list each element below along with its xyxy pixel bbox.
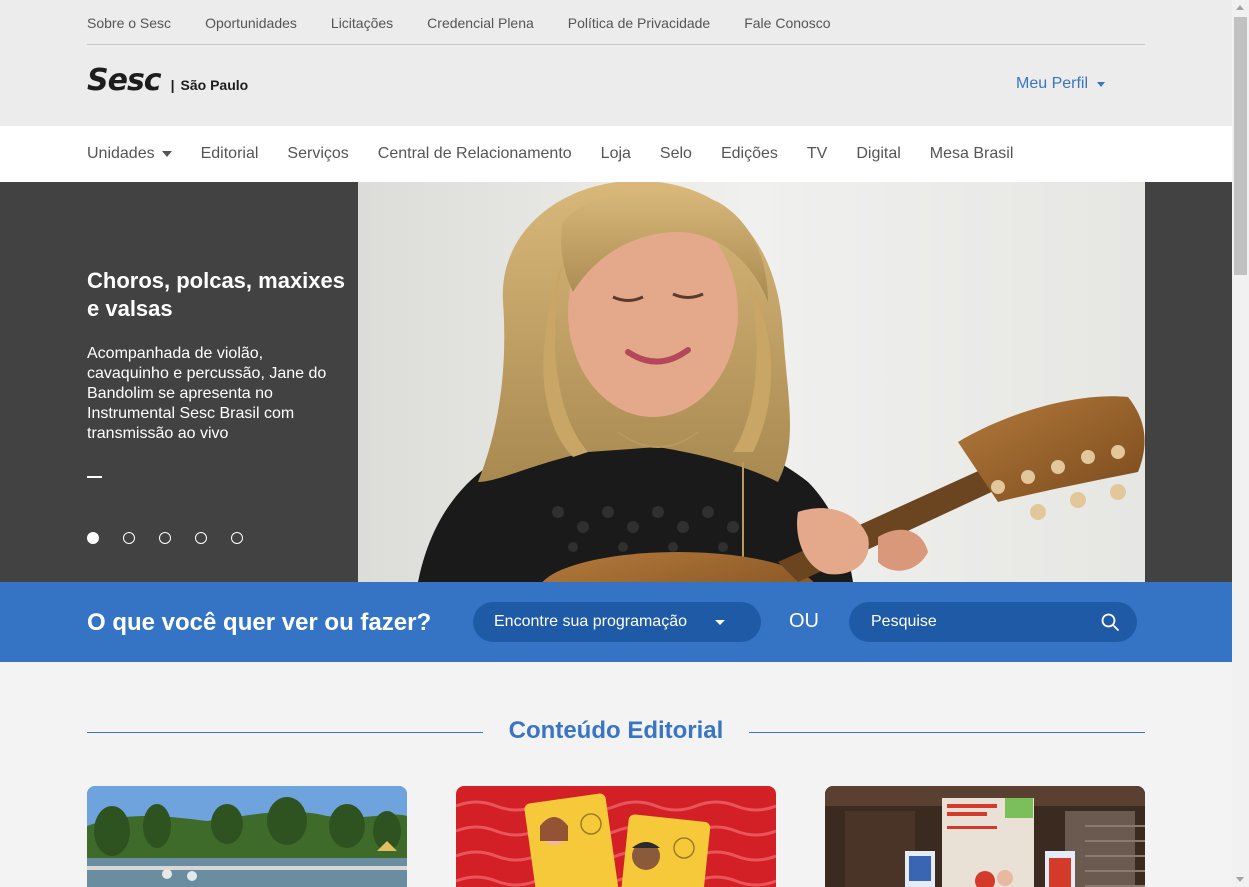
util-link-oportunidades[interactable]: Oportunidades — [205, 14, 297, 44]
hero-carousel: Choros, polcas, maxixes e valsas Acompan… — [0, 182, 1232, 582]
utility-nav: Sobre o Sesc Oportunidades Licitações Cr… — [87, 14, 1145, 45]
nav-item-central[interactable]: Central de Relacionamento — [378, 145, 572, 163]
carousel-dot-2[interactable] — [123, 532, 135, 544]
carousel-dots — [87, 532, 267, 544]
editorial-card-mesa-brasil[interactable] — [825, 786, 1145, 887]
hero-description: Acompanhada de violão, cavaquinho e perc… — [87, 345, 327, 442]
hero-divider — [87, 476, 102, 478]
carousel-dot-4[interactable] — [195, 532, 207, 544]
editorial-section: Conteúdo Editorial — [0, 662, 1232, 887]
util-link-licitacoes[interactable]: Licitações — [331, 14, 393, 44]
program-select-label: Encontre sua programação — [494, 613, 687, 630]
nav-item-servicos[interactable]: Serviços — [287, 145, 348, 163]
nav-item-edicoes[interactable]: Edições — [721, 145, 778, 163]
nav-item-tv[interactable]: TV — [807, 145, 827, 163]
hero-text-panel: Choros, polcas, maxixes e valsas Acompan… — [0, 182, 358, 582]
scroll-up-icon[interactable] — [1236, 5, 1244, 10]
util-link-privacidade[interactable]: Política de Privacidade — [568, 14, 710, 44]
or-separator: OU — [789, 610, 819, 632]
editorial-title: Conteúdo Editorial — [508, 717, 724, 744]
logo-word: Sesc — [87, 63, 162, 98]
profile-label: Meu Perfil — [1016, 75, 1089, 92]
park-image — [87, 786, 407, 887]
search-input[interactable] — [871, 611, 1091, 633]
credencial-illustration — [456, 786, 776, 887]
carousel-dot-3[interactable] — [159, 532, 171, 544]
search-icon[interactable] — [1101, 613, 1119, 631]
carousel-dot-1[interactable] — [87, 532, 99, 544]
nav-item-unidades[interactable]: Unidades — [87, 145, 172, 163]
profile-menu-button[interactable]: Meu Perfil — [1016, 75, 1106, 93]
page: Sobre o Sesc Oportunidades Licitações Cr… — [0, 0, 1232, 887]
chevron-down-icon — [161, 151, 172, 157]
scroll-thumb[interactable] — [1234, 17, 1247, 275]
logo-city: São Paulo — [180, 77, 249, 93]
campaign-photo — [825, 786, 1145, 887]
musician-photo — [358, 182, 1145, 582]
divider-line — [749, 732, 1145, 733]
nav-item-mesa-brasil[interactable]: Mesa Brasil — [930, 145, 1014, 163]
divider-line — [87, 732, 483, 733]
hero-right-strip — [1145, 182, 1232, 582]
top-header: Sobre o Sesc Oportunidades Licitações Cr… — [0, 0, 1232, 126]
nav-label: Unidades — [87, 145, 155, 162]
util-link-sobre[interactable]: Sobre o Sesc — [87, 14, 171, 44]
page-scrollbar[interactable] — [1232, 0, 1249, 887]
chevron-down-icon — [715, 620, 725, 625]
scroll-down-icon[interactable] — [1236, 877, 1244, 882]
nav-item-selo[interactable]: Selo — [660, 145, 692, 163]
search-box — [849, 602, 1137, 642]
program-select-dropdown[interactable]: Encontre sua programação — [473, 602, 761, 642]
editorial-card-credencial[interactable] — [456, 786, 776, 887]
nav-item-digital[interactable]: Digital — [856, 145, 900, 163]
editorial-card-park[interactable] — [87, 786, 407, 887]
logo-separator: | — [170, 77, 175, 93]
carousel-dot-5[interactable] — [231, 532, 243, 544]
main-nav: Unidades Editorial Serviços Central de R… — [0, 126, 1232, 182]
hero-image[interactable] — [358, 182, 1145, 582]
chevron-down-icon — [1097, 81, 1106, 87]
util-link-credencial[interactable]: Credencial Plena — [427, 14, 534, 44]
nav-item-loja[interactable]: Loja — [601, 145, 631, 163]
hero-title[interactable]: Choros, polcas, maxixes e valsas — [87, 267, 347, 323]
search-band: O que você quer ver ou fazer? Encontre s… — [0, 582, 1232, 662]
search-question: O que você quer ver ou fazer? — [87, 609, 432, 636]
util-link-fale-conosco[interactable]: Fale Conosco — [744, 14, 830, 44]
sesc-logo[interactable]: Sesc | São Paulo — [87, 64, 248, 98]
nav-item-editorial[interactable]: Editorial — [201, 145, 259, 163]
